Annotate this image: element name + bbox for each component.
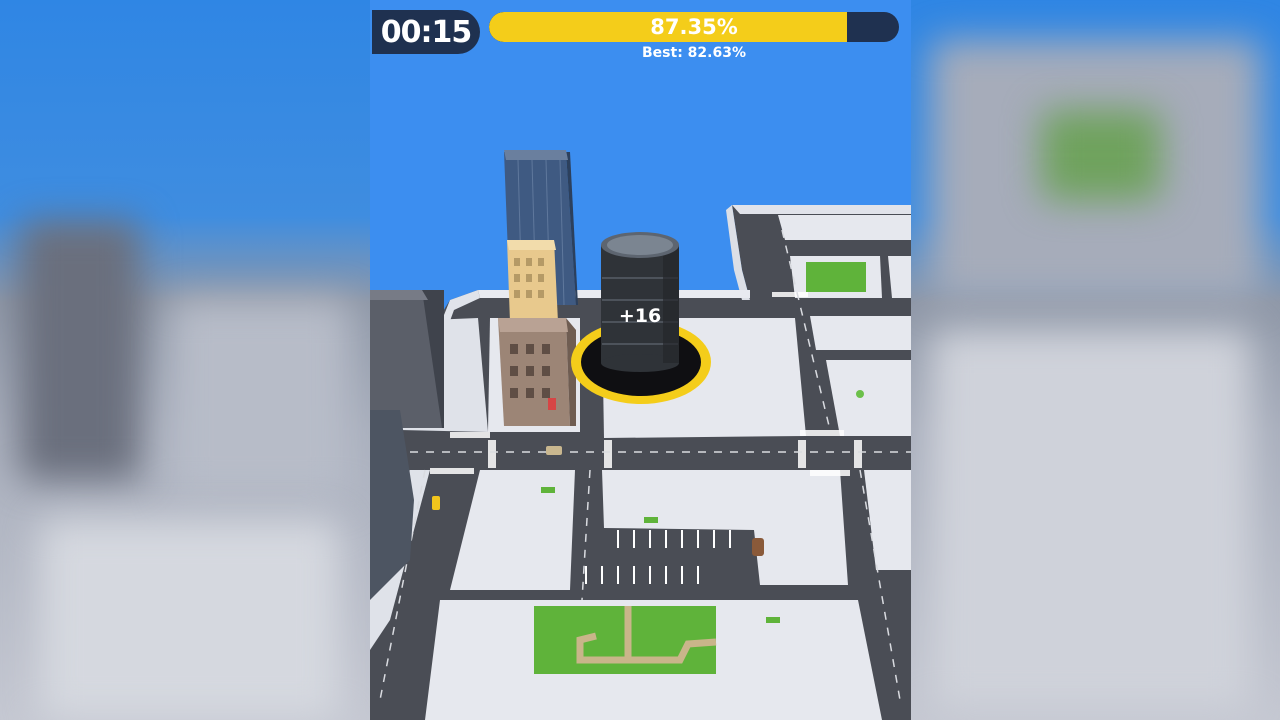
car [546,446,562,455]
car [752,538,764,556]
blurred-background-right [911,0,1280,720]
progress-bar: 87.35% [489,12,899,42]
city-block [826,360,911,436]
blurred-background-left [0,0,370,720]
car [432,496,440,510]
city-block [778,215,911,240]
city-scene [370,0,911,720]
timer: 00:15 [372,10,480,54]
best-score: Best: 82.63% [642,45,746,61]
hole-score-label: +16 [618,305,662,327]
city-block [810,316,911,350]
grass-patch [806,262,866,292]
game-viewport[interactable] [370,0,911,720]
progress-label: 87.35% [650,15,738,39]
